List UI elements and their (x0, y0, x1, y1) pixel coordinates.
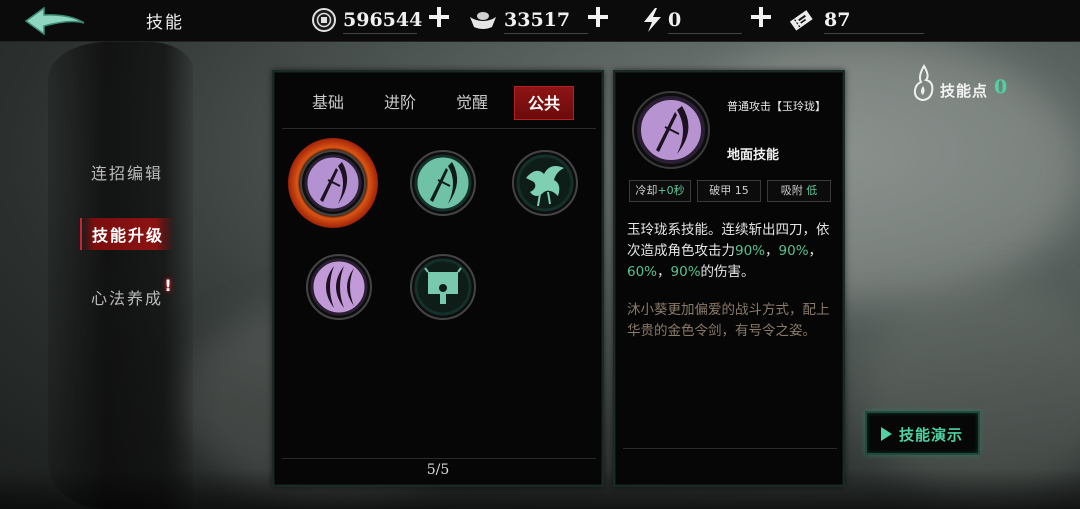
back-arrow-icon (24, 6, 85, 36)
damage-percent: 90% (735, 243, 766, 259)
stat-value: 低 (806, 184, 818, 197)
divider (504, 33, 588, 34)
page-title: 技能 (146, 13, 184, 33)
damage-percent: 90% (778, 243, 809, 259)
silver-amount: 33517 (504, 9, 571, 31)
resource-silver: 33517 (468, 4, 588, 36)
stat-attraction: 吸附 低 (767, 180, 831, 202)
lightning-icon (644, 8, 661, 32)
skill-demo-button[interactable]: 技能演示 (865, 411, 980, 455)
add-stamina-button[interactable] (748, 4, 774, 30)
back-button[interactable] (22, 5, 88, 37)
stat-label: 冷却 (635, 184, 658, 197)
alert-badge: ! (164, 276, 172, 295)
divider (668, 33, 742, 34)
flame-icon (913, 64, 934, 102)
skill-points-label: 技能点 (940, 82, 989, 100)
stamina-amount: 0 (668, 9, 682, 31)
tab-basic[interactable]: 基础 (298, 86, 358, 120)
tab-common[interactable]: 公共 (514, 86, 574, 120)
description-text: 的伤害。 (700, 264, 755, 280)
page-indicator: 5/5 (426, 462, 450, 478)
top-bar: 技能 596544 33517 0 87 (0, 0, 1080, 42)
stat-label: 破甲 (709, 184, 732, 197)
stat-label: 吸附 (780, 184, 803, 197)
divider (282, 128, 596, 129)
resource-stamina: 0 (640, 4, 742, 36)
banner-figure-icon (410, 254, 476, 320)
skill-slot-4[interactable] (304, 252, 374, 322)
add-silver-button[interactable] (585, 4, 611, 30)
background-mist (860, 280, 1080, 500)
slash-blade-icon (410, 150, 476, 216)
description-text: ， (657, 264, 671, 280)
ticket-amount: 87 (824, 9, 851, 31)
add-coin-button[interactable] (426, 4, 452, 30)
ticket-icon (789, 10, 813, 31)
skill-type: 地面技能 (727, 148, 780, 163)
coin-amount: 596544 (343, 9, 423, 31)
divider (824, 33, 924, 34)
skill-demo-label: 技能演示 (899, 426, 964, 444)
silver-ingot-icon (470, 12, 496, 29)
skill-points-value: 0 (994, 76, 1008, 98)
skill-slot-3[interactable] (510, 148, 580, 218)
tab-awaken[interactable]: 觉醒 (442, 86, 502, 120)
sidebar-item-mind-training[interactable]: 心法养成 (91, 285, 163, 309)
crescent-wave-icon (306, 254, 372, 320)
skill-slot-1[interactable] (288, 138, 378, 228)
resource-ticket: 87 (788, 4, 928, 36)
coin-icon (312, 8, 336, 32)
stat-value: +0秒 (657, 184, 685, 197)
tab-advanced[interactable]: 进阶 (370, 86, 430, 120)
divider (623, 448, 837, 449)
description-text: ， (765, 243, 779, 259)
skill-detail-panel: 普通攻击【玉玲珑】 地面技能 冷却+0秒 破甲 15 吸附 低 玉玲珑系技能。连… (613, 70, 845, 487)
stat-cooldown: 冷却+0秒 (629, 180, 691, 202)
skill-slot-2[interactable] (408, 148, 478, 218)
damage-percent: 90% (670, 264, 701, 280)
divider (343, 33, 417, 34)
damage-percent: 60% (627, 264, 658, 280)
stat-value: 15 (734, 184, 749, 197)
skill-description: 玉玲珑系技能。连续斩出四刀，依次造成角色攻击力90%，90%，60%，90%的伤… (627, 220, 839, 283)
skill-name: 普通攻击【玉玲珑】 (727, 100, 826, 113)
crane-icon (512, 150, 578, 216)
slash-blade-icon (300, 150, 366, 216)
sidebar-item-combo-edit[interactable]: 连招编辑 (91, 160, 163, 184)
slash-blade-icon (632, 91, 710, 169)
divider (282, 458, 596, 459)
stat-armor-break: 破甲 15 (697, 180, 761, 202)
skills-panel: 基础 进阶 觉醒 公共 5/5 (272, 70, 604, 487)
description-text: ， (808, 243, 823, 259)
skill-lore: 沐小葵更加偏爱的战斗方式，配上华贵的金色令剑，有号令之姿。 (627, 302, 830, 339)
sidebar-item-skill-upgrade[interactable]: 技能升级 (80, 218, 175, 250)
skill-slot-5[interactable] (408, 252, 478, 322)
play-icon (881, 427, 892, 441)
